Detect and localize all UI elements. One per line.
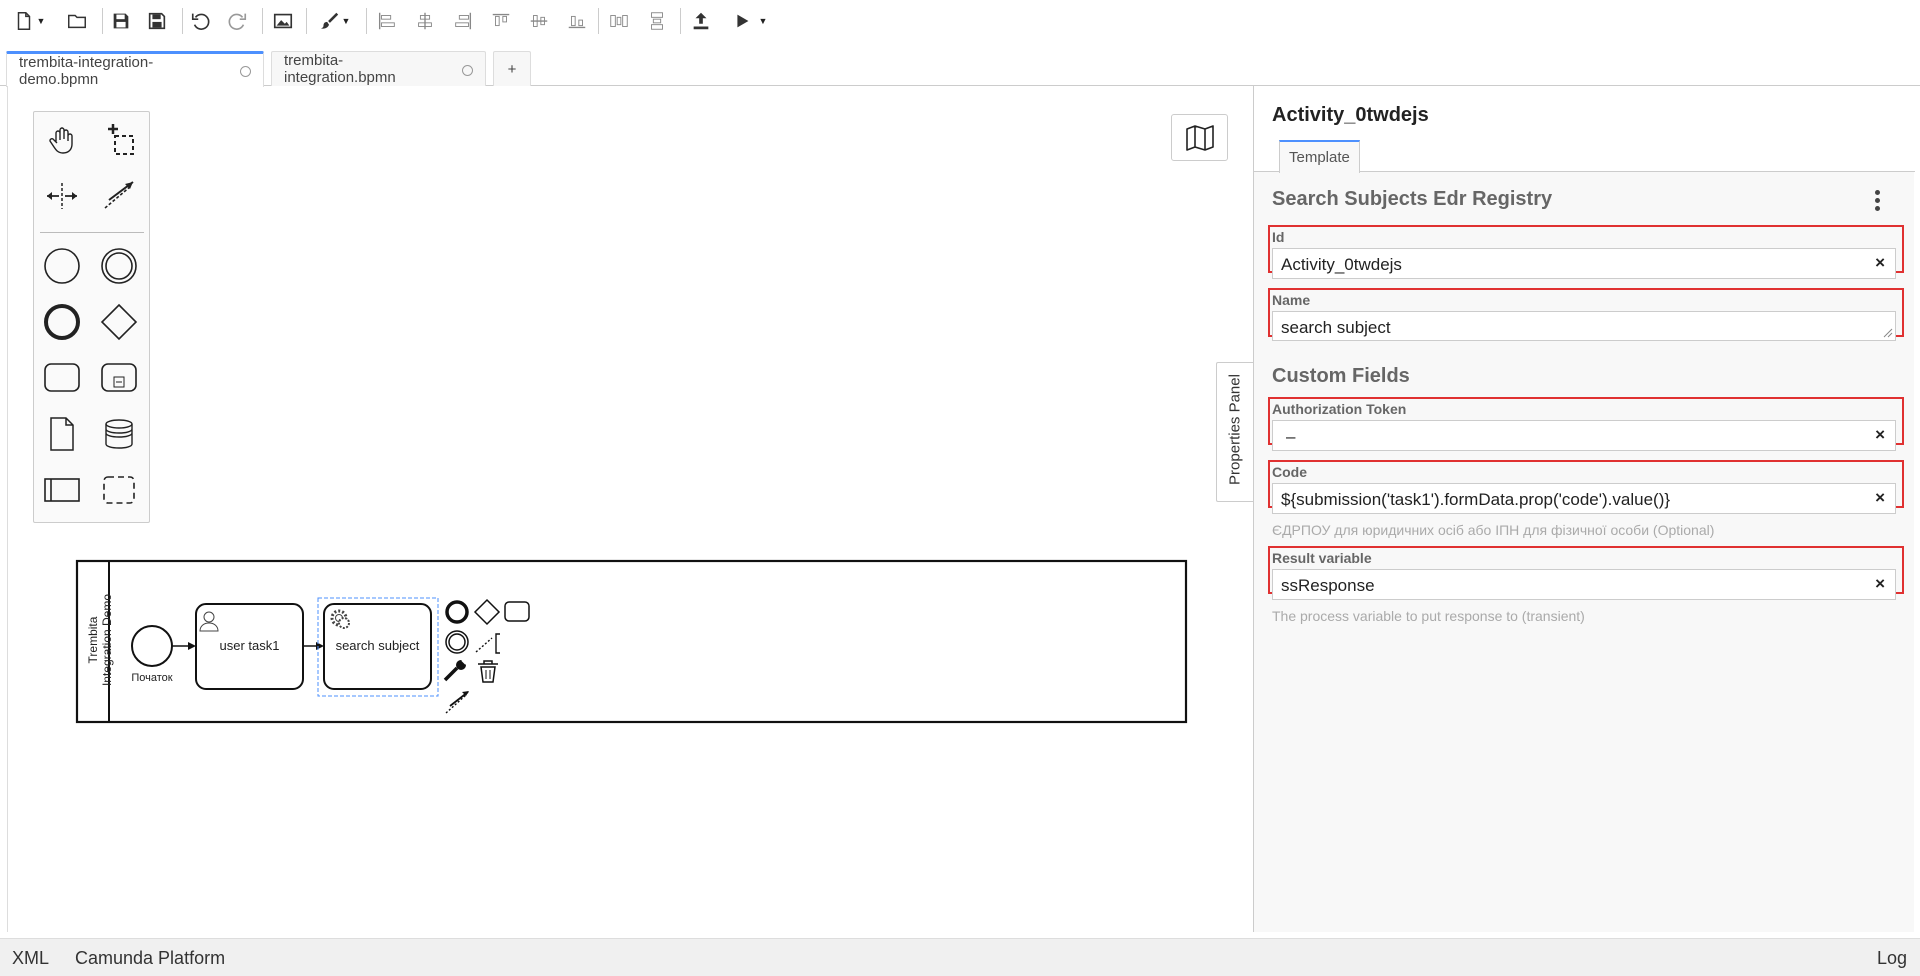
clear-icon[interactable]: × bbox=[1875, 253, 1885, 273]
append-gateway-icon[interactable] bbox=[473, 598, 501, 626]
tab-template[interactable]: Template bbox=[1279, 140, 1360, 173]
auth-value: – bbox=[1286, 427, 1296, 446]
status-bar: XML Camunda Platform Log bbox=[0, 938, 1920, 976]
xml-button[interactable]: XML bbox=[12, 948, 49, 969]
id-value: Activity_0twdejs bbox=[1281, 255, 1402, 274]
clear-icon[interactable]: × bbox=[1875, 574, 1885, 594]
panel-header: Activity_0twdejs Template bbox=[1254, 86, 1915, 173]
properties-panel-toggle[interactable]: Properties Panel bbox=[1216, 362, 1254, 502]
start-event-label: Початок bbox=[131, 672, 173, 684]
name-textarea[interactable]: search subject bbox=[1272, 311, 1896, 341]
code-description: ЄДРПОУ для юридичних осіб або ІПН для фі… bbox=[1272, 522, 1715, 538]
name-label: Name bbox=[1272, 292, 1311, 308]
log-button[interactable]: Log bbox=[1877, 948, 1907, 969]
code-value: ${submission('task1').formData.prop('cod… bbox=[1281, 490, 1671, 509]
code-input[interactable]: ${submission('task1').formData.prop('cod… bbox=[1272, 483, 1896, 514]
append-task-icon[interactable] bbox=[504, 601, 530, 622]
pool-label: Trembita Integration Demo bbox=[86, 593, 114, 687]
id-input[interactable]: Activity_0twdejs × bbox=[1272, 248, 1896, 279]
properties-panel: Activity_0twdejs Template Search Subject… bbox=[1253, 86, 1915, 932]
custom-fields-title: Custom Fields bbox=[1272, 365, 1410, 387]
auth-input[interactable]: – × bbox=[1272, 420, 1896, 451]
connect-icon[interactable] bbox=[445, 691, 469, 714]
panel-title: Activity_0twdejs bbox=[1272, 104, 1429, 126]
result-label: Result variable bbox=[1272, 550, 1372, 566]
result-description: The process variable to put response to … bbox=[1272, 608, 1585, 624]
append-intermediate-event-icon[interactable] bbox=[445, 630, 469, 654]
name-value: search subject bbox=[1281, 318, 1391, 337]
clear-icon[interactable]: × bbox=[1875, 425, 1885, 445]
append-end-event-icon[interactable] bbox=[445, 600, 469, 624]
sequence-flow[interactable] bbox=[303, 642, 324, 650]
template-title: Search Subjects Edr Registry bbox=[1272, 188, 1553, 210]
clear-icon[interactable]: × bbox=[1875, 488, 1885, 508]
code-label: Code bbox=[1272, 464, 1307, 480]
resize-handle-icon[interactable] bbox=[1883, 328, 1893, 338]
user-task-label: user task1 bbox=[219, 638, 280, 653]
start-event[interactable] bbox=[131, 625, 173, 667]
properties-panel-toggle-label: Properties Panel bbox=[1226, 374, 1244, 485]
more-options-icon[interactable] bbox=[1875, 190, 1881, 214]
text-annotation-icon[interactable] bbox=[475, 633, 500, 654]
service-task-label: search subject bbox=[335, 638, 420, 653]
result-value: ssResponse bbox=[1281, 576, 1375, 595]
id-label: Id bbox=[1272, 229, 1285, 245]
sequence-flow[interactable] bbox=[172, 642, 196, 650]
wrench-icon[interactable] bbox=[443, 659, 467, 682]
platform-selector[interactable]: Camunda Platform bbox=[75, 948, 225, 969]
auth-label: Authorization Token bbox=[1272, 401, 1407, 417]
trash-icon[interactable] bbox=[478, 660, 498, 683]
bpmn-diagram bbox=[75, 559, 1188, 724]
result-input[interactable]: ssResponse × bbox=[1272, 569, 1896, 600]
